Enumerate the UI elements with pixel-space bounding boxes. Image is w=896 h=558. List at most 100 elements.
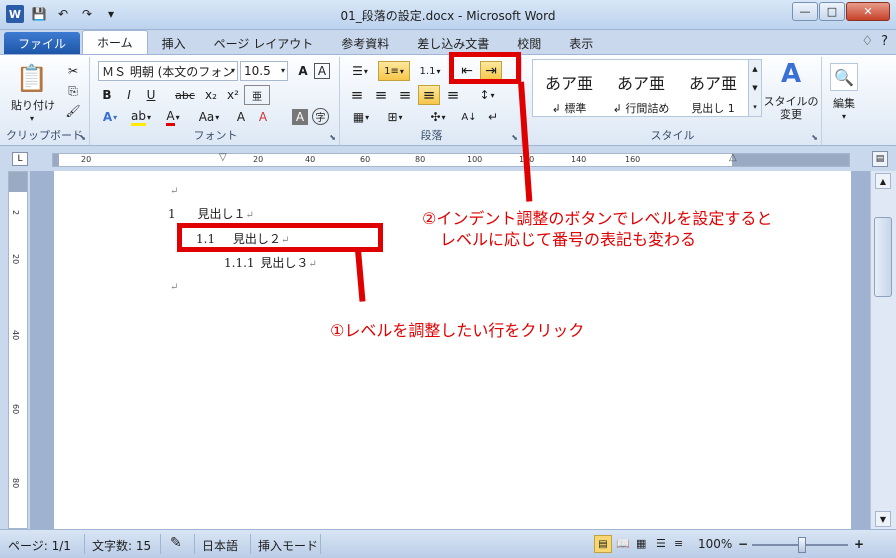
shrink-font-icon[interactable]: A [230,107,252,127]
style-heading-1[interactable]: あア亜 見出し 1 [679,66,747,116]
multilevel-list-button[interactable]: 1.1 ▾ [414,61,446,81]
paste-dropdown-icon[interactable]: ▾ [26,113,38,123]
editing-button[interactable]: 編集 [824,95,864,111]
format-painter-icon[interactable]: 🖌 [62,101,84,121]
highlight-button[interactable]: ab ▾ [126,107,156,127]
ruler-tick: 60 [360,155,371,164]
chevron-up-icon[interactable]: ▲ [752,65,757,73]
tab-view[interactable]: 表示 [555,32,607,54]
copy-icon[interactable]: ⎘ [62,81,84,101]
bullets-button[interactable]: ☰ ▾ [346,61,374,81]
align-center-button[interactable]: ≡ [370,85,392,105]
style-preview: あア亜 [688,74,737,93]
gallery-more-icon[interactable]: ▾ [753,103,757,111]
change-styles-button[interactable]: スタイルの変更 [762,93,820,123]
show-marks-button[interactable]: ↵ [482,107,504,127]
chevron-down-icon[interactable]: ▾ [838,111,850,121]
tab-selector-icon[interactable]: L [12,152,28,166]
zoom-in-button[interactable]: + [854,537,864,551]
web-layout-view-icon[interactable]: ▦ [636,537,646,550]
zoom-slider-thumb[interactable] [798,537,806,553]
heading-1-line[interactable]: 1 見出し１↵ [168,205,254,222]
insert-mode-indicator[interactable]: 挿入モード [258,537,318,554]
zoom-out-button[interactable]: − [738,537,748,551]
chevron-down-icon[interactable]: ▾ [281,66,285,75]
grow-font-icon[interactable]: A [292,61,314,81]
phonetic-guide-icon[interactable]: 亜 [244,85,270,105]
font-color-button[interactable]: A ▾ [158,107,188,127]
zoom-level[interactable]: 100% [698,537,732,551]
text-effects-button[interactable]: A ▾ [96,107,124,127]
vertical-ruler[interactable]: 2 20 40 60 80 [8,171,28,529]
distributed-button[interactable]: ≡ [442,85,464,105]
line-spacing-button[interactable]: ↕ ▾ [472,85,502,105]
bold-button[interactable]: B [96,85,118,105]
draft-view-icon[interactable]: ≡ [674,537,683,550]
styles-launcher-icon[interactable]: ⬊ [811,133,818,142]
reading-view-icon[interactable]: 📖 [616,537,630,550]
tab-page-layout[interactable]: ページ レイアウト [200,32,328,54]
tab-file[interactable]: ファイル [4,32,81,54]
enclosed-char-icon[interactable]: 字 [312,108,329,125]
view-ruler-icon[interactable]: ▤ [872,151,888,167]
minimize-button[interactable]: — [792,2,818,21]
char-border-icon[interactable]: A [314,63,330,79]
sort-button[interactable]: A↓ [458,107,480,127]
underline-button[interactable]: U [140,85,162,105]
scroll-down-icon[interactable]: ▼ [875,511,891,527]
align-right-button[interactable]: ≡ [394,85,416,105]
change-case-button[interactable]: Aa ▾ [192,107,226,127]
close-button[interactable]: ✕ [846,2,890,21]
char-shading-icon[interactable]: A [292,109,308,125]
vertical-scrollbar[interactable]: ▲ ▼ [870,171,896,529]
justify-button[interactable]: ≡ [418,85,440,105]
indent-marker-icon[interactable]: ▽ [219,152,227,163]
scroll-up-icon[interactable]: ▲ [875,173,891,189]
style-gallery-scroll[interactable]: ▲ ▼ ▾ [748,59,762,117]
right-indent-marker-icon[interactable]: △ [729,152,737,163]
tab-review[interactable]: 校閲 [503,32,555,54]
style-no-spacing[interactable]: あア亜 ↲ 行間詰め [607,66,675,116]
italic-button[interactable]: I [118,85,140,105]
cut-icon[interactable]: ✂ [62,61,84,81]
maximize-button[interactable]: □ [819,2,845,21]
paste-button[interactable]: 貼り付け [6,97,60,113]
find-icon[interactable]: 🔍 [830,63,858,91]
shading-button[interactable]: ▦ ▾ [346,107,376,127]
proofing-icon[interactable]: ✎ [170,535,182,551]
ruler-tick: 20 [253,155,264,164]
font-size-combo[interactable]: 10.5 ▾ [240,61,288,81]
asian-layout-button[interactable]: ✣ ▾ [424,107,452,127]
chevron-down-icon[interactable]: ▼ [752,84,757,92]
print-layout-view-icon[interactable]: ▤ [594,535,612,553]
scroll-thumb[interactable] [874,217,892,297]
chevron-down-icon[interactable]: ▾ [231,66,235,75]
heading-3-line[interactable]: 1.1.1 見出し３↵ [224,254,317,271]
clear-formatting-icon[interactable]: A [252,107,274,127]
style-normal[interactable]: あア亜 ↲ 標準 [535,66,603,116]
paste-icon[interactable]: 📋 [14,61,50,97]
tab-references[interactable]: 参考資料 [327,32,403,54]
font-name-combo[interactable]: ＭＳ 明朝 (本文のフォン ▾ [98,61,238,81]
borders-button[interactable]: ⊞ ▾ [380,107,410,127]
language-indicator[interactable]: 日本語 [202,537,238,554]
help-icon[interactable]: ? [881,34,888,49]
tab-mailings[interactable]: 差し込み文書 [403,32,503,54]
tab-insert[interactable]: 挿入 [148,32,200,54]
annotation-step-2: ②インデント調整のボタンでレベルを設定すると レベルに応じて番号の表記も変わる [422,209,773,249]
change-styles-icon[interactable]: A [766,59,816,89]
numbering-button[interactable]: 1≡ ▾ [378,61,410,81]
outline-view-icon[interactable]: ☰ [656,537,666,550]
strikethrough-button[interactable]: abc [172,85,198,105]
word-count[interactable]: 文字数: 15 [92,537,151,554]
tab-home[interactable]: ホーム [82,30,148,54]
superscript-button[interactable]: x² [222,85,244,105]
horizontal-ruler[interactable]: 20 20 40 60 80 100 120 140 160 ▽ △ [52,152,850,167]
paragraph-launcher-icon[interactable]: ⬊ [511,133,518,142]
page-count[interactable]: ページ: 1/1 [8,537,71,554]
align-left-button[interactable]: ≡ [346,85,368,105]
clipboard-launcher-icon[interactable]: ⬊ [79,133,86,142]
minimize-ribbon-icon[interactable]: ♢ [861,34,873,49]
font-launcher-icon[interactable]: ⬊ [329,133,336,142]
subscript-button[interactable]: x₂ [200,85,222,105]
